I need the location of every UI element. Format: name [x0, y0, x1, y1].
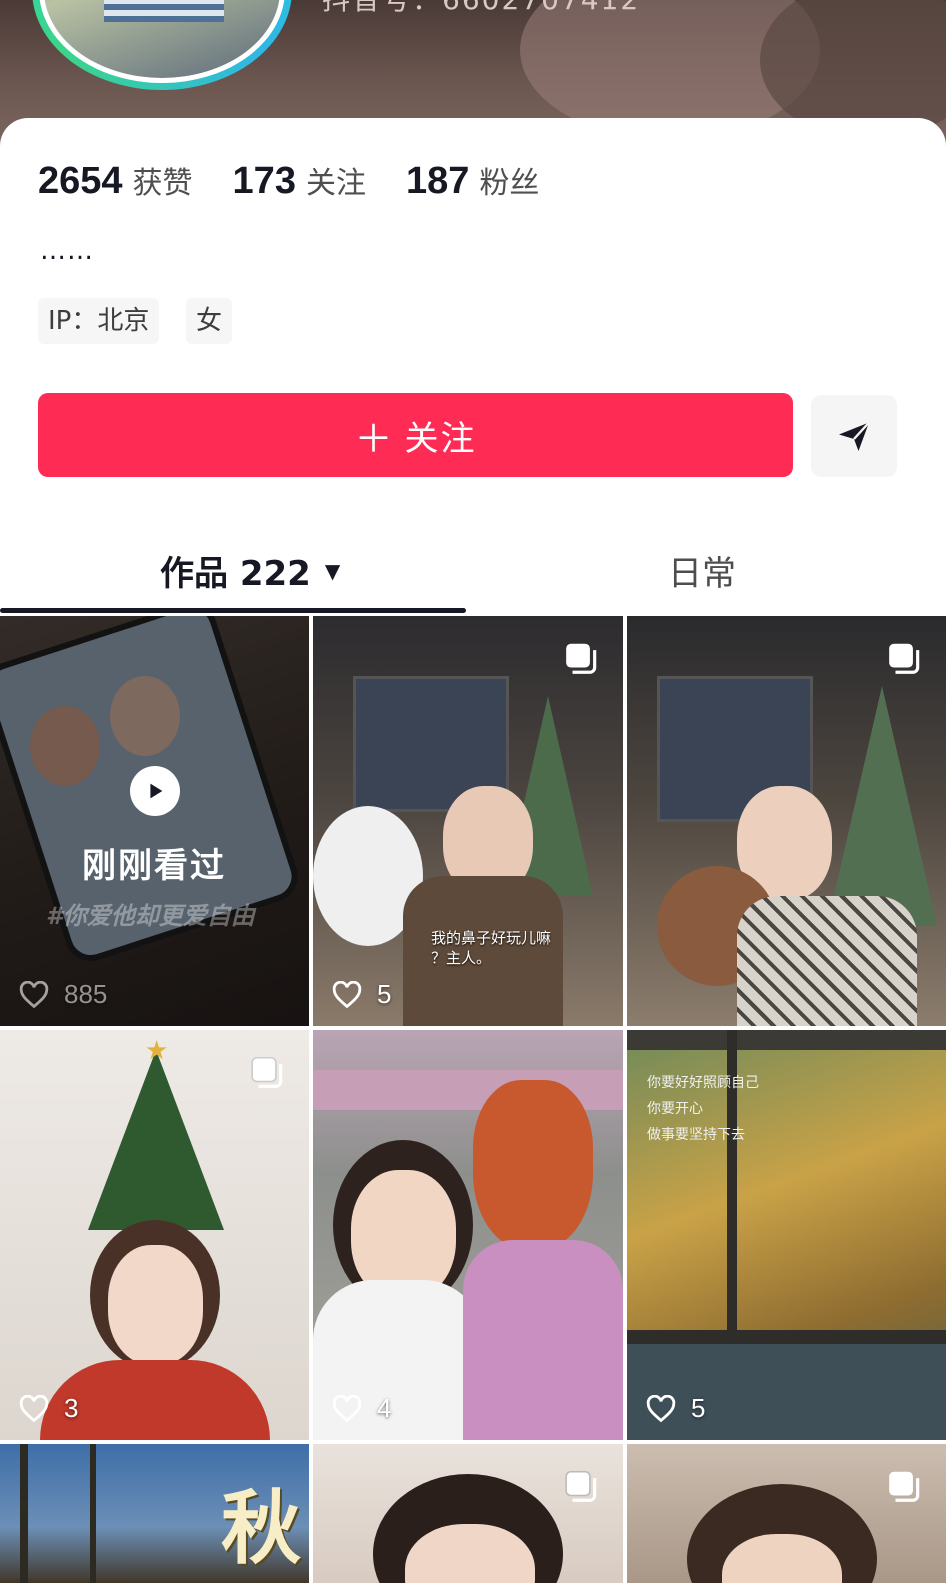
thumbnail-fox [473, 1080, 593, 1250]
watched-overlay [0, 616, 309, 1026]
video-caption: 我的鼻子好玩儿嘛 ？主人。 [431, 929, 552, 967]
like-count: 885 [18, 979, 107, 1010]
send-message-button[interactable] [811, 395, 897, 477]
video-tile-2[interactable]: 我的鼻子好玩儿嘛 ？主人。 5 [313, 616, 623, 1026]
like-count-value: 4 [377, 1393, 392, 1423]
stat-likes-label: 获赞 [132, 166, 193, 201]
like-count-value: 5 [691, 1393, 706, 1423]
heart-icon [332, 1394, 362, 1422]
video-tile-4[interactable]: ★ 3 [0, 1030, 309, 1440]
autumn-title: 秋 [221, 1481, 301, 1575]
thumbnail-fox-shirt [463, 1240, 623, 1440]
multi-image-icon [565, 1470, 597, 1502]
thumbnail-window-frame [627, 1330, 946, 1344]
ip-location-tag: IP：北京 [38, 298, 160, 344]
tab-active-indicator [0, 608, 466, 613]
video-caption: 你要好好照顾自己 你要开心 做事要坚持下去 [647, 1075, 759, 1143]
video-tile-9[interactable] [627, 1444, 946, 1583]
video-tile-5[interactable]: 4 [313, 1030, 623, 1440]
account-id: 抖音号：6602707412 [322, 0, 640, 18]
video-tile-6[interactable]: 你要好好照顾自己 你要开心 做事要坚持下去 5 [627, 1030, 946, 1440]
like-count: 3 [18, 1393, 78, 1424]
thumbnail-tree [827, 686, 937, 926]
thumbnail-tree-trunk [90, 1444, 96, 1583]
video-tile-7[interactable]: 秋 [0, 1444, 309, 1583]
follow-button[interactable]: ＋ 关注 [38, 393, 793, 477]
heart-icon [332, 980, 362, 1008]
tab-works-label: 作品 222 [160, 554, 311, 594]
stat-likes[interactable]: 2654 获赞 [38, 158, 193, 203]
follow-label: 关注 [404, 418, 477, 459]
plus-icon: ＋ [354, 416, 395, 461]
avatar-shirt [104, 0, 224, 22]
multi-image-icon [889, 643, 920, 674]
profile-bio: …… [40, 236, 94, 266]
tab-daily[interactable]: 日常 [668, 546, 736, 595]
heart-icon [19, 1394, 49, 1422]
stat-likes-number: 2654 [38, 160, 123, 202]
thumbnail-tree [88, 1050, 224, 1230]
heart-icon [19, 980, 49, 1008]
heart-icon [646, 1394, 676, 1422]
star-icon: ★ [145, 1036, 169, 1066]
avatar[interactable] [32, 0, 292, 90]
thumbnail-desk [627, 1344, 946, 1440]
like-count: 4 [331, 1393, 391, 1424]
multi-image-icon [251, 1056, 283, 1088]
thumbnail-body [737, 896, 917, 1026]
like-count-value: 5 [377, 979, 392, 1009]
like-count: 5 [331, 979, 391, 1010]
play-icon [130, 766, 180, 816]
video-hashtag: #你爱他却更爱自由 [46, 902, 255, 930]
avatar-image [39, 0, 285, 83]
thumbnail-window-frame [627, 1030, 946, 1050]
content-tabs: 作品 222 ▼ 日常 [0, 520, 946, 616]
thumbnail-tree-trunk [20, 1444, 28, 1583]
like-count: 5 [645, 1393, 705, 1424]
recently-watched-label: 刚刚看过 [82, 846, 226, 886]
stat-following-number: 173 [232, 160, 296, 202]
thumbnail-face [108, 1245, 203, 1365]
stat-following-label: 关注 [305, 166, 366, 201]
stat-followers-number: 187 [405, 160, 470, 202]
gender-tag: 女 [186, 298, 233, 344]
video-tile-1[interactable]: 刚刚看过 #你爱他却更爱自由 885 [0, 616, 309, 1026]
profile-stats: 2654 获赞 173 关注 187 粉丝 [38, 158, 579, 203]
tab-works[interactable]: 作品 222 ▼ [160, 546, 340, 595]
like-count-value: 885 [64, 979, 108, 1009]
multi-image-icon [566, 643, 597, 674]
multi-image-icon [889, 1471, 920, 1502]
like-count-value: 3 [64, 1393, 79, 1423]
stat-following[interactable]: 173 关注 [233, 158, 366, 203]
video-tile-8[interactable] [313, 1444, 623, 1583]
paper-plane-icon [839, 421, 870, 451]
video-tile-3[interactable] [627, 616, 946, 1026]
caret-down-icon: ▼ [324, 558, 341, 583]
stat-followers[interactable]: 187 粉丝 [406, 158, 539, 203]
stat-followers-label: 粉丝 [479, 166, 540, 201]
